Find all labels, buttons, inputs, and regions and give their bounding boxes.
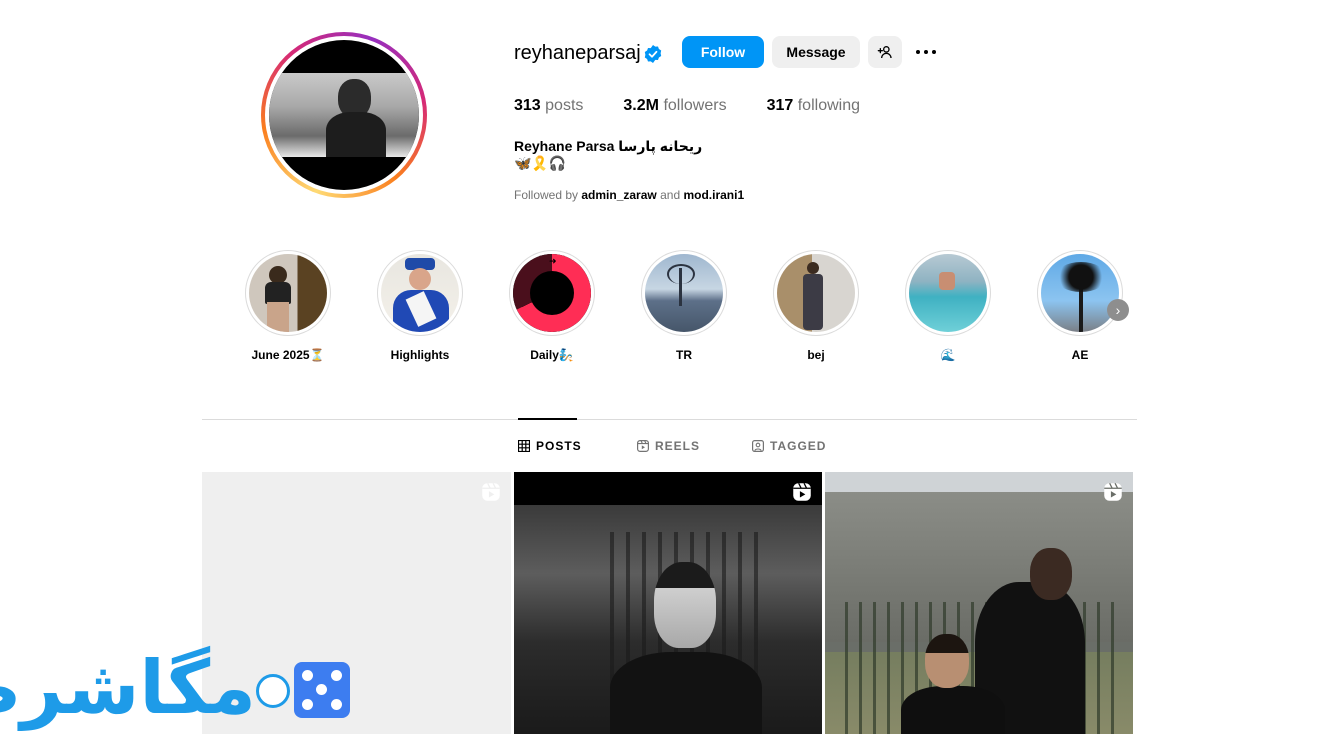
highlight-cover [1041, 254, 1119, 332]
highlights-next-icon[interactable]: › [1107, 299, 1129, 321]
following-stat[interactable]: 317 following [767, 97, 860, 115]
highlight-label: AE [1071, 348, 1089, 362]
followed-by-and: and [660, 188, 681, 202]
dice-icon [294, 662, 350, 718]
highlight-ring: ➜ [509, 250, 595, 336]
followed-by-user-2[interactable]: mod.irani1 [683, 188, 744, 202]
tab-tagged-label: TAGGED [770, 439, 827, 453]
highlight-item[interactable]: Highlights [376, 250, 464, 362]
profile-bio: 🦋🎗️🎧 [514, 155, 567, 171]
highlight-label: June 2025⏳ [251, 348, 325, 362]
verified-badge-icon [644, 45, 662, 63]
highlight-item[interactable]: bej [772, 250, 860, 362]
soccer-ball-icon [256, 674, 290, 708]
post-photo-cape [901, 686, 1005, 734]
highlight-item[interactable]: ➜ Daily🧞 [508, 250, 596, 362]
following-label: following [797, 97, 860, 114]
followed-by-user-1[interactable]: admin_zaraw [581, 188, 656, 202]
highlight-cover [909, 254, 987, 332]
profile-avatar[interactable] [261, 32, 427, 198]
tab-reels-label: REELS [655, 439, 701, 453]
grid-icon [518, 440, 530, 452]
posts-stat: 313 posts [514, 97, 583, 115]
suggested-users-button[interactable] [868, 36, 902, 68]
highlight-ring [1037, 250, 1123, 336]
highlight-item[interactable]: June 2025⏳ [244, 250, 332, 362]
highlight-label: Highlights [390, 348, 450, 362]
posts-label: posts [545, 97, 584, 114]
post-tile[interactable] [514, 472, 822, 734]
post-photo-sky [825, 472, 1133, 494]
highlight-item[interactable]: 🌊 [904, 250, 992, 362]
highlight-cover [249, 254, 327, 332]
tagged-icon [752, 440, 764, 452]
followers-stat[interactable]: 3.2M followers [623, 97, 726, 115]
profile-full-name: Reyhane Parsa ریحانه پارسا [514, 138, 703, 154]
message-button[interactable]: Message [772, 36, 860, 68]
highlight-label: 🌊 [940, 348, 956, 362]
reel-icon [793, 482, 811, 501]
reel-icon [1104, 482, 1122, 501]
highlight-ring [773, 250, 859, 336]
profile-username: reyhaneparsaj [514, 42, 641, 64]
highlight-ring [377, 250, 463, 336]
profile-stats: 313 posts 3.2M followers 317 following [514, 97, 900, 115]
followers-count: 3.2M [623, 97, 659, 114]
post-photo-person [654, 562, 716, 648]
post-photo-person [925, 634, 969, 688]
follow-button[interactable]: Follow [682, 36, 764, 68]
post-tile[interactable] [825, 472, 1133, 734]
followed-by-prefix: Followed by [514, 188, 579, 202]
post-photo-body [610, 652, 762, 734]
tabs-divider [202, 419, 1137, 420]
tab-posts[interactable]: POSTS [518, 439, 582, 453]
watermark-logo: مگاشرط [0, 644, 350, 732]
highlight-ring [641, 250, 727, 336]
following-count: 317 [766, 97, 794, 114]
tab-reels[interactable]: REELS [637, 439, 700, 453]
avatar-photo [269, 40, 419, 190]
tab-tagged[interactable]: TAGGED [752, 439, 826, 453]
tab-posts-label: POSTS [536, 439, 582, 453]
active-tab-indicator [518, 418, 577, 420]
avatar-inner [265, 36, 423, 194]
highlight-label: TR [676, 348, 692, 362]
highlight-cover [645, 254, 723, 332]
highlight-ring [905, 250, 991, 336]
highlight-cover [777, 254, 855, 332]
followed-by-text[interactable]: Followed by admin_zaraw and mod.irani1 [514, 188, 744, 202]
followers-label: followers [663, 97, 727, 114]
highlight-cover [381, 254, 459, 332]
highlight-cover: ➜ [513, 254, 591, 332]
highlight-label: bej [807, 348, 825, 362]
add-person-icon [877, 46, 892, 59]
more-options-icon[interactable] [913, 42, 939, 62]
watermark-text: مگاشرط [0, 645, 258, 731]
reel-icon [482, 482, 500, 501]
posts-count: 313 [514, 97, 541, 114]
highlight-item[interactable]: TR [640, 250, 728, 362]
avatar-person-body [326, 112, 386, 157]
highlight-ring [245, 250, 331, 336]
post-photo-barber-head [1030, 548, 1072, 600]
reels-icon [637, 440, 649, 452]
highlight-label: Daily🧞 [530, 348, 574, 362]
